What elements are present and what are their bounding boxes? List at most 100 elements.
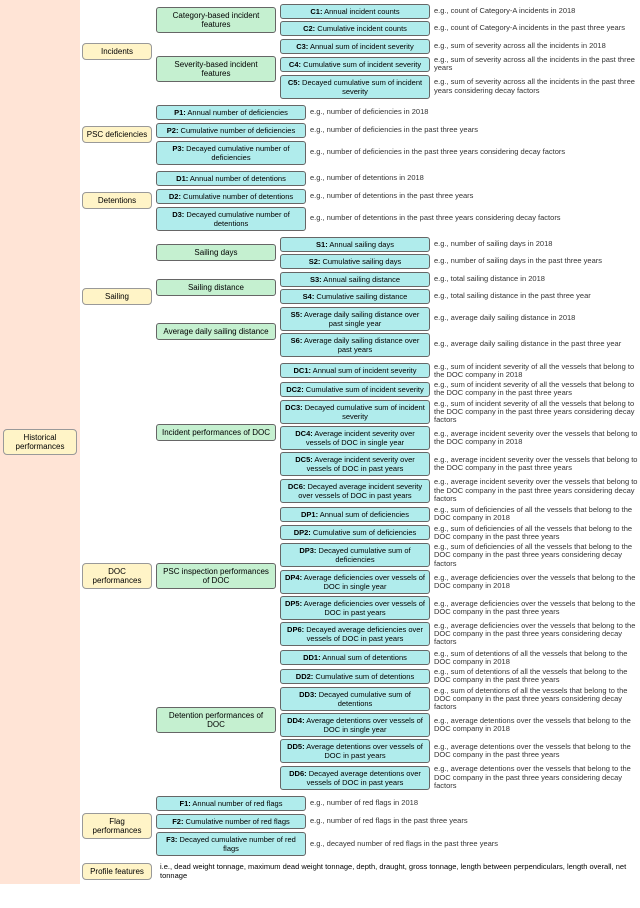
- level1-box: Detentions: [82, 192, 152, 209]
- feature-box: P3: Decayed cumulative number of deficie…: [156, 141, 306, 165]
- feature-desc: e.g., average incident severity over the…: [434, 478, 638, 503]
- feature-desc: e.g., average incident severity over the…: [434, 456, 638, 473]
- feature-desc: e.g., total sailing distance in the past…: [434, 292, 638, 300]
- feature-box: DD1: Annual sum of detentions: [280, 650, 430, 665]
- feature-box: D3: Decayed cumulative number of detenti…: [156, 207, 306, 231]
- feature-box: S1: Annual sailing days: [280, 237, 430, 252]
- feature-desc: e.g., sum of deficiencies of all the ves…: [434, 525, 638, 542]
- feature-box: C4: Cumulative sum of incident severity: [280, 57, 430, 72]
- feature-box: S2: Cumulative sailing days: [280, 254, 430, 269]
- level2-box: PSC inspection performances of DOC: [156, 563, 276, 589]
- level2-box: Average daily sailing distance: [156, 323, 276, 340]
- feature-desc: e.g., sum of detentions of all the vesse…: [434, 650, 638, 667]
- feature-desc: e.g., number of red flags in 2018: [310, 799, 638, 807]
- feature-box: DC5: Average incident severity over vess…: [280, 452, 430, 476]
- feature-box: C1: Annual incident counts: [280, 4, 430, 19]
- section: IncidentsCategory-based incident feature…: [82, 4, 638, 99]
- feature-desc: e.g., average deficiencies over the vess…: [434, 574, 638, 591]
- feature-desc: e.g., number of detentions in the past t…: [310, 214, 638, 222]
- level2-box: Incident performances of DOC: [156, 424, 276, 441]
- feature-box: DC6: Decayed average incident severity o…: [280, 479, 430, 503]
- feature-box: S6: Average daily sailing distance over …: [280, 333, 430, 357]
- feature-desc: e.g., average detentions over the vessel…: [434, 765, 638, 790]
- feature-box: DC3: Decayed cumulative sum of incident …: [280, 400, 430, 424]
- feature-desc: e.g., sum of severity across all the inc…: [434, 56, 638, 73]
- feature-box: DC2: Cumulative sum of incident severity: [280, 382, 430, 397]
- level1-box: Profile features: [82, 863, 152, 880]
- feature-desc: e.g., number of detentions in the past t…: [310, 192, 638, 200]
- level1-box: Incidents: [82, 43, 152, 60]
- feature-desc: e.g., count of Category-A incidents in 2…: [434, 7, 638, 15]
- feature-desc: e.g., decayed number of red flags in the…: [310, 840, 638, 848]
- feature-desc: e.g., sum of detentions of all the vesse…: [434, 668, 638, 685]
- feature-box: D2: Cumulative number of detentions: [156, 189, 306, 204]
- level2-box: Sailing distance: [156, 279, 276, 296]
- root-column: Historical performances: [0, 0, 80, 884]
- feature-desc: e.g., average daily sailing distance in …: [434, 314, 638, 322]
- section: Flag performances F1: Annual number of re…: [82, 796, 638, 856]
- root-label: Historical performances: [3, 429, 77, 455]
- feature-desc: e.g., number of deficiencies in 2018: [310, 108, 638, 116]
- section: Detentions D1: Annual number of detention…: [82, 171, 638, 231]
- feature-desc: e.g., average daily sailing distance in …: [434, 340, 638, 348]
- feature-box: F3: Decayed cumulative number of red fla…: [156, 832, 306, 856]
- feature-desc: e.g., sum of deficiencies of all the ves…: [434, 506, 638, 523]
- feature-desc: e.g., sum of severity across all the inc…: [434, 78, 638, 95]
- feature-box: DD6: Decayed average detentions over ves…: [280, 766, 430, 790]
- feature-box: P1: Annual number of deficiencies: [156, 105, 306, 120]
- level1-box: Sailing: [82, 288, 152, 305]
- feature-box: DD4: Average detentions over vessels of …: [280, 713, 430, 737]
- feature-box: C5: Decayed cumulative sum of incident s…: [280, 75, 430, 99]
- level2-box: Category-based incident features: [156, 7, 276, 33]
- feature-desc: e.g., count of Category-A incidents in t…: [434, 24, 638, 32]
- feature-box: DP2: Cumulative sum of deficiencies: [280, 525, 430, 540]
- feature-desc: e.g., average detentions over the vessel…: [434, 717, 638, 734]
- feature-desc: e.g., sum of deficiencies of all the ves…: [434, 543, 638, 568]
- section: PSC deficiencies P1: Annual number of def…: [82, 105, 638, 165]
- feature-box: F2: Cumulative number of red flags: [156, 814, 306, 829]
- level1-box: Flag performances: [82, 813, 152, 839]
- section: DOC performances Incident performances of…: [82, 363, 638, 791]
- feature-desc: e.g., average incident severity over the…: [434, 430, 638, 447]
- feature-desc: e.g., number of detentions in 2018: [310, 174, 638, 182]
- feature-box: DC1: Annual sum of incident severity: [280, 363, 430, 378]
- feature-desc: e.g., number of red flags in the past th…: [310, 817, 638, 825]
- feature-desc: e.g., sum of severity across all the inc…: [434, 42, 638, 50]
- level1-box: PSC deficiencies: [82, 126, 152, 143]
- feature-box: DD5: Average detentions over vessels of …: [280, 739, 430, 763]
- level2-box: Severity-based incident features: [156, 56, 276, 82]
- feature-box: C3: Annual sum of incident severity: [280, 39, 430, 54]
- feature-box: DD3: Decayed cumulative sum of detention…: [280, 687, 430, 711]
- feature-box: S3: Annual sailing distance: [280, 272, 430, 287]
- main-column: IncidentsCategory-based incident feature…: [80, 0, 640, 884]
- level2-box: Sailing days: [156, 244, 276, 261]
- feature-box: S5: Average daily sailing distance over …: [280, 307, 430, 331]
- profile-desc: i.e., dead weight tonnage, maximum dead …: [156, 862, 638, 880]
- feature-box: DP1: Annual sum of deficiencies: [280, 507, 430, 522]
- feature-desc: e.g., average deficiencies over the vess…: [434, 600, 638, 617]
- feature-desc: e.g., sum of detentions of all the vesse…: [434, 687, 638, 712]
- diagram-root: Historical performances IncidentsCategor…: [0, 0, 640, 884]
- level2-box: Detention performances of DOC: [156, 707, 276, 733]
- feature-box: DP5: Average deficiencies over vessels o…: [280, 596, 430, 620]
- feature-box: S4: Cumulative sailing distance: [280, 289, 430, 304]
- feature-desc: e.g., number of deficiencies in the past…: [310, 148, 638, 156]
- feature-desc: e.g., number of deficiencies in the past…: [310, 126, 638, 134]
- feature-box: DC4: Average incident severity over vess…: [280, 426, 430, 450]
- feature-box: D1: Annual number of detentions: [156, 171, 306, 186]
- feature-box: DP4: Average deficiencies over vessels o…: [280, 570, 430, 594]
- feature-desc: e.g., average detentions over the vessel…: [434, 743, 638, 760]
- feature-box: C2: Cumulative incident counts: [280, 21, 430, 36]
- feature-box: DP6: Decayed average deficiencies over v…: [280, 622, 430, 646]
- section: Sailing Sailing days S1: Annual sailing da…: [82, 237, 638, 357]
- feature-box: DP3: Decayed cumulative sum of deficienc…: [280, 543, 430, 567]
- feature-box: P2: Cumulative number of deficiencies: [156, 123, 306, 138]
- feature-desc: e.g., sum of incident severity of all th…: [434, 381, 638, 398]
- section: Profile featuresi.e., dead weight tonnag…: [82, 862, 638, 880]
- feature-desc: e.g., number of sailing days in the past…: [434, 257, 638, 265]
- feature-desc: e.g., average deficiencies over the vess…: [434, 622, 638, 647]
- level1-box: DOC performances: [82, 563, 152, 589]
- feature-box: DD2: Cumulative sum of detentions: [280, 669, 430, 684]
- feature-desc: e.g., sum of incident severity of all th…: [434, 400, 638, 425]
- feature-box: F1: Annual number of red flags: [156, 796, 306, 811]
